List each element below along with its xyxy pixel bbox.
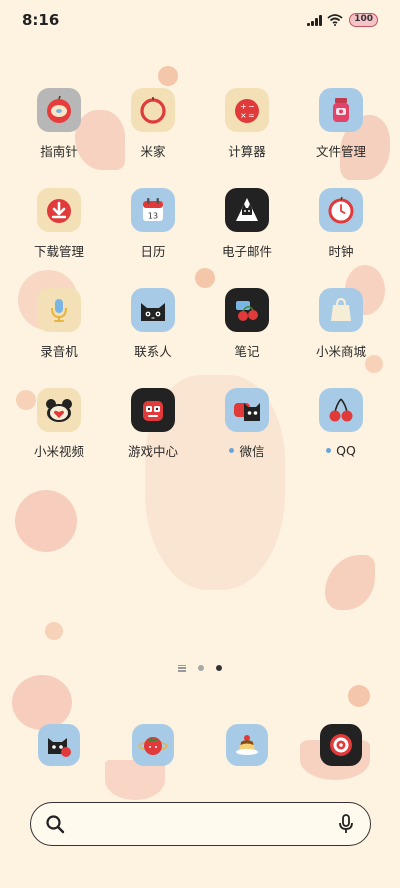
page-dot-2-active[interactable] bbox=[216, 665, 222, 671]
microphone-icon[interactable] bbox=[37, 288, 81, 332]
app-label: 微信 bbox=[239, 443, 265, 459]
app-label: 米家 bbox=[140, 143, 166, 159]
wallpaper-dot bbox=[158, 66, 178, 86]
dock-messages[interactable] bbox=[106, 724, 200, 766]
phone-cat-icon[interactable] bbox=[38, 724, 80, 766]
app-label: QQ bbox=[336, 442, 356, 458]
camera-target-icon[interactable] bbox=[320, 724, 362, 766]
app-label: 日历 bbox=[140, 243, 166, 259]
app-label-with-badge: QQ bbox=[326, 442, 356, 458]
download-icon[interactable] bbox=[37, 188, 81, 232]
app-mi-store[interactable]: 小米商城 bbox=[294, 288, 388, 359]
cat-face-icon[interactable] bbox=[131, 288, 175, 332]
app-label: 指南针 bbox=[40, 143, 78, 159]
messages-tomato-icon[interactable] bbox=[132, 724, 174, 766]
mijia-apple-icon[interactable] bbox=[131, 88, 175, 132]
status-time: 8:16 bbox=[22, 11, 60, 29]
calculator-icon[interactable]: + − × = bbox=[225, 88, 269, 132]
app-label: 电子邮件 bbox=[221, 243, 272, 259]
app-file-manager[interactable]: 文件管理 bbox=[294, 88, 388, 159]
app-label-with-badge: 微信 bbox=[229, 442, 265, 459]
wallpaper-apple bbox=[105, 760, 165, 800]
app-label: 下载管理 bbox=[33, 243, 84, 259]
battery-indicator: 100 bbox=[349, 13, 378, 27]
shopping-bag-icon[interactable] bbox=[319, 288, 363, 332]
page-dot-1[interactable] bbox=[198, 665, 204, 671]
svg-text:=: = bbox=[248, 111, 255, 120]
wallpaper-apple bbox=[325, 555, 375, 610]
dock-camera[interactable] bbox=[294, 724, 388, 766]
app-clock[interactable]: 时钟 bbox=[294, 188, 388, 259]
calendar-day: 13 bbox=[148, 212, 158, 221]
app-label: 录音机 bbox=[40, 343, 78, 359]
gamepad-icon[interactable] bbox=[131, 388, 175, 432]
video-heart-icon[interactable] bbox=[37, 388, 81, 432]
svg-text:−: − bbox=[248, 102, 255, 111]
wallpaper-apple bbox=[15, 490, 77, 552]
jam-jar-icon[interactable] bbox=[319, 88, 363, 132]
clock-apple-icon[interactable] bbox=[319, 188, 363, 232]
app-label: 计算器 bbox=[228, 143, 266, 159]
app-calculator[interactable]: + − × = 计算器 bbox=[200, 88, 294, 159]
app-mi-video[interactable]: 小米视频 bbox=[12, 388, 106, 459]
app-downloads[interactable]: 下载管理 bbox=[12, 188, 106, 259]
wallpaper-dot bbox=[45, 622, 63, 640]
status-icons: 100 bbox=[307, 13, 378, 27]
app-recorder[interactable]: 录音机 bbox=[12, 288, 106, 359]
wallpaper-apple bbox=[12, 675, 72, 730]
app-contacts[interactable]: 联系人 bbox=[106, 288, 200, 359]
app-label: 时钟 bbox=[328, 243, 354, 259]
cherries-icon[interactable] bbox=[319, 388, 363, 432]
svg-text:×: × bbox=[240, 111, 247, 120]
search-icon[interactable] bbox=[45, 814, 65, 834]
app-qq[interactable]: QQ bbox=[294, 388, 388, 458]
notification-dot bbox=[326, 447, 332, 453]
svg-text:+: + bbox=[240, 102, 247, 111]
app-email[interactable]: 电子邮件 bbox=[200, 188, 294, 259]
app-label: 小米视频 bbox=[33, 443, 84, 459]
app-label: 游戏中心 bbox=[127, 443, 178, 459]
app-drawer-lines-icon[interactable] bbox=[178, 664, 186, 672]
app-label: 文件管理 bbox=[315, 143, 366, 159]
dock bbox=[0, 724, 400, 766]
search-bar[interactable] bbox=[30, 802, 371, 846]
page-indicator bbox=[0, 662, 400, 674]
dock-phone[interactable] bbox=[12, 724, 106, 766]
wechat-cat-icon[interactable] bbox=[225, 388, 269, 432]
app-label: 笔记 bbox=[234, 343, 260, 359]
app-notes[interactable]: 笔记 bbox=[200, 288, 294, 359]
email-cat-icon[interactable] bbox=[225, 188, 269, 232]
app-grid: 指南针 米家 + − × = 计算器 文件管理 下载管理 13 日历 电子邮件 … bbox=[0, 88, 400, 459]
app-compass[interactable]: 指南针 bbox=[12, 88, 106, 159]
app-game-center[interactable]: 游戏中心 bbox=[106, 388, 200, 459]
notification-dot bbox=[229, 447, 235, 453]
cherry-note-icon[interactable] bbox=[225, 288, 269, 332]
app-mijia[interactable]: 米家 bbox=[106, 88, 200, 159]
pudding-icon[interactable] bbox=[226, 724, 268, 766]
wallpaper-dot bbox=[348, 685, 370, 707]
microphone-icon[interactable] bbox=[336, 813, 356, 835]
compass-apple-icon[interactable] bbox=[37, 88, 81, 132]
app-label: 小米商城 bbox=[315, 343, 366, 359]
cellular-signal-icon bbox=[307, 14, 322, 26]
status-bar: 8:16 100 bbox=[0, 0, 400, 40]
calendar-icon[interactable]: 13 bbox=[131, 188, 175, 232]
wifi-icon bbox=[327, 14, 343, 26]
app-label: 联系人 bbox=[134, 343, 172, 359]
app-calendar[interactable]: 13 日历 bbox=[106, 188, 200, 259]
dock-browser[interactable] bbox=[200, 724, 294, 766]
app-wechat[interactable]: 微信 bbox=[200, 388, 294, 459]
